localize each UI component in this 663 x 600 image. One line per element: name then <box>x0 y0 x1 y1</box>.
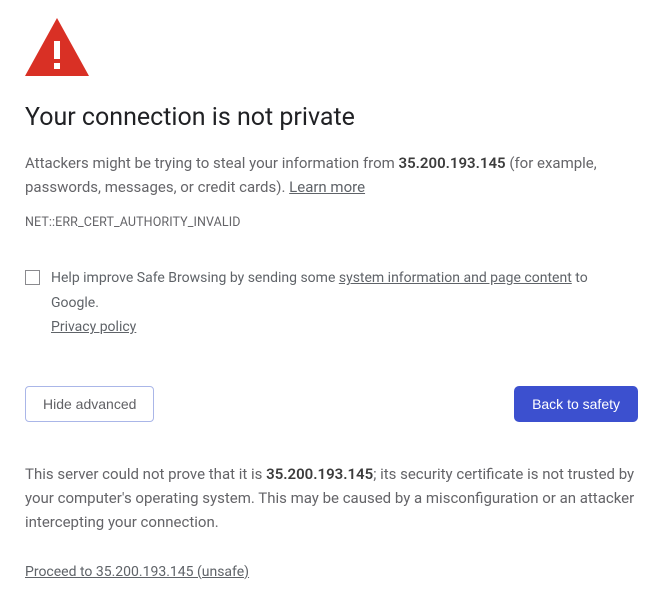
button-row: Hide advanced Back to safety <box>25 386 638 422</box>
optin-prefix: Help improve Safe Browsing by sending so… <box>51 270 339 286</box>
explanation-prefix: This server could not prove that it is <box>25 465 266 483</box>
description-host: 35.200.193.145 <box>399 154 506 172</box>
explanation-host: 35.200.193.145 <box>266 465 373 483</box>
explanation-text: This server could not prove that it is 3… <box>25 462 638 534</box>
privacy-error-page: Your connection is not private Attackers… <box>0 0 663 600</box>
optin-text: Help improve Safe Browsing by sending so… <box>51 266 638 340</box>
system-info-link[interactable]: system information and page content <box>339 270 572 286</box>
safe-browsing-optin: Help improve Safe Browsing by sending so… <box>25 266 638 340</box>
back-to-safety-button[interactable]: Back to safety <box>514 386 638 422</box>
privacy-policy-link[interactable]: Privacy policy <box>51 319 136 335</box>
proceed-unsafe-link[interactable]: Proceed to 35.200.193.145 (unsafe) <box>25 564 638 580</box>
description-text: Attackers might be trying to steal your … <box>25 151 638 199</box>
hide-advanced-button[interactable]: Hide advanced <box>25 386 154 422</box>
learn-more-link[interactable]: Learn more <box>289 178 365 196</box>
page-title: Your connection is not private <box>25 102 638 133</box>
optin-checkbox[interactable] <box>25 270 40 285</box>
warning-icon <box>25 18 638 76</box>
description-prefix: Attackers might be trying to steal your … <box>25 154 399 172</box>
error-code: NET::ERR_CERT_AUTHORITY_INVALID <box>25 215 638 230</box>
